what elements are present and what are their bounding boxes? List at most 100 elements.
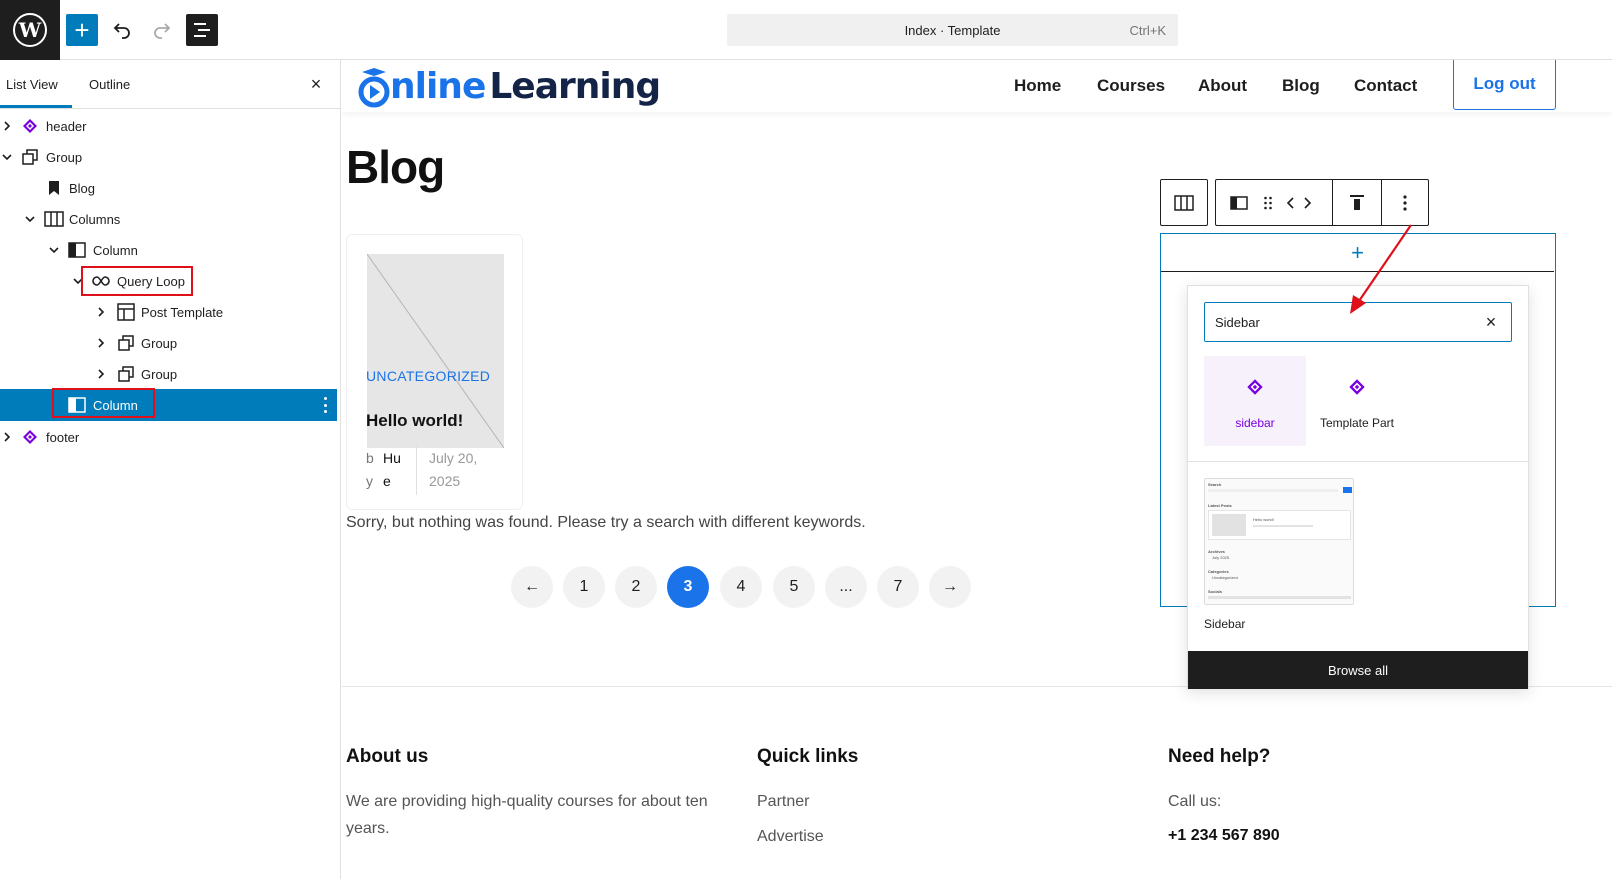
meta-divider — [416, 445, 417, 495]
nav-contact[interactable]: Contact — [1354, 76, 1417, 96]
list-item-group[interactable]: Group — [0, 358, 337, 390]
nav-blog[interactable]: Blog — [1282, 76, 1320, 96]
chevron-right-icon[interactable] — [95, 337, 107, 349]
footer-phone[interactable]: +1 234 567 890 — [1168, 827, 1280, 845]
redo-button[interactable] — [146, 14, 178, 46]
list-item-header[interactable]: header — [0, 110, 337, 142]
nav-about[interactable]: About — [1198, 76, 1247, 96]
preview-latest-posts: Latest Posts — [1208, 503, 1232, 508]
post-card[interactable]: UNCATEGORIZED Hello world! b y Hu e July… — [346, 234, 523, 510]
pagination-page-5[interactable]: 5 — [773, 566, 815, 608]
pagination-page-1[interactable]: 1 — [563, 566, 605, 608]
group-icon — [116, 333, 136, 353]
pagination-ellipsis: ... — [825, 566, 867, 608]
no-results-message[interactable]: Sorry, but nothing was found. Please try… — [346, 514, 866, 532]
footer-about-text[interactable]: We are providing high-quality courses fo… — [346, 788, 736, 842]
more-options-icon[interactable] — [1394, 192, 1416, 214]
options-icon[interactable] — [323, 397, 327, 413]
nav-home[interactable]: Home — [1014, 76, 1061, 96]
nav-courses[interactable]: Courses — [1097, 76, 1165, 96]
group-icon — [116, 364, 136, 384]
footer-help-title[interactable]: Need help? — [1168, 746, 1270, 768]
active-tab-indicator — [0, 105, 72, 108]
preview-post-image — [1212, 514, 1246, 536]
toolbar-divider — [1381, 180, 1382, 225]
footer-link-advertise[interactable]: Advertise — [757, 823, 824, 850]
move-right-icon[interactable] — [1296, 192, 1318, 214]
template-part-icon — [1346, 376, 1368, 398]
clear-search-button[interactable]: × — [1481, 312, 1501, 332]
pagination-page-4[interactable]: 4 — [720, 566, 762, 608]
toolbar-divider — [1332, 180, 1333, 225]
preview-social-line — [1208, 596, 1351, 599]
undo-button[interactable] — [106, 14, 138, 46]
chevron-down-icon[interactable] — [24, 213, 36, 225]
list-item-label: Group — [141, 335, 178, 351]
list-item-footer[interactable]: footer — [0, 421, 337, 453]
pagination-page-2[interactable]: 2 — [615, 566, 657, 608]
wordpress-icon: W — [13, 13, 47, 47]
pagination-page-7[interactable]: 7 — [877, 566, 919, 608]
list-item-label: Group — [141, 366, 178, 382]
block-result-label: Template Part — [1319, 416, 1395, 430]
select-parent-columns-icon[interactable] — [1173, 192, 1195, 214]
command-shortcut: Ctrl+K — [1129, 23, 1166, 38]
block-result-template-part[interactable]: Template Part — [1306, 356, 1408, 446]
footer-call-label[interactable]: Call us: — [1168, 788, 1221, 815]
list-item-post-template[interactable]: Post Template — [0, 296, 337, 328]
column-icon — [67, 240, 87, 260]
bookmark-icon — [44, 178, 64, 198]
list-item-label: Group — [46, 149, 83, 165]
drag-handle-icon[interactable] — [1257, 192, 1279, 214]
list-item-group[interactable]: Group — [0, 327, 337, 359]
align-top-icon[interactable] — [1346, 192, 1368, 214]
list-item-label: header — [46, 118, 87, 134]
post-category[interactable]: UNCATEGORIZED — [366, 368, 490, 384]
list-item-blog[interactable]: Blog — [0, 172, 337, 204]
editor-canvas: nline Learning Home Courses About Blog C… — [342, 60, 1612, 879]
post-date: July 20, 2025 — [429, 450, 478, 489]
footer-link-partner[interactable]: Partner — [757, 788, 809, 815]
pagination-next[interactable]: → — [929, 566, 971, 608]
footer-quick-links-title[interactable]: Quick links — [757, 746, 858, 768]
site-logo[interactable]: nline Learning — [356, 64, 661, 108]
template-part-icon — [20, 116, 40, 136]
site-header[interactable]: nline Learning Home Courses About Blog C… — [342, 60, 1612, 112]
post-title[interactable]: Hello world! — [366, 411, 463, 431]
list-item-columns[interactable]: Columns — [0, 203, 337, 235]
wordpress-logo-button[interactable]: W — [0, 0, 60, 60]
tab-outline[interactable]: Outline — [89, 77, 130, 92]
list-item-column-selected[interactable]: Column — [0, 389, 337, 421]
block-inserter-button[interactable]: + — [66, 14, 98, 46]
column-block-icon[interactable] — [1228, 192, 1250, 214]
close-panel-button[interactable]: × — [306, 74, 326, 94]
chevron-right-icon[interactable] — [1, 431, 13, 443]
footer-about-title[interactable]: About us — [346, 746, 428, 768]
list-item-group[interactable]: Group — [0, 141, 337, 173]
chevron-right-icon[interactable] — [95, 368, 107, 380]
document-overview-button[interactable] — [186, 14, 218, 46]
preview-search-field — [1208, 489, 1338, 492]
browse-all-button[interactable]: Browse all — [1188, 651, 1528, 689]
list-view-panel: List View Outline × header Group Blog Co… — [0, 60, 341, 879]
annotation-highlight-query-loop — [81, 266, 193, 296]
chevron-right-icon[interactable] — [1, 120, 13, 132]
chevron-down-icon[interactable] — [1, 151, 13, 163]
post-author[interactable]: Hu e — [383, 447, 403, 493]
tab-list-view[interactable]: List View — [6, 77, 58, 92]
quick-inserter-popover: × sidebar Template Part Search Latest Po… — [1187, 285, 1529, 689]
page-title[interactable]: Blog — [346, 140, 445, 194]
command-palette-bar[interactable]: Index · Template Ctrl+K — [727, 14, 1178, 46]
pagination-page-3-current[interactable]: 3 — [667, 566, 709, 608]
list-item-column[interactable]: Column — [0, 234, 337, 266]
logout-button[interactable]: Log out — [1453, 60, 1556, 110]
logo-text-learning: Learning — [489, 65, 661, 107]
annotation-highlight-column — [52, 388, 155, 418]
pattern-preview-sidebar[interactable]: Search Latest Posts Hello world! Archive… — [1204, 478, 1354, 605]
block-result-sidebar[interactable]: sidebar — [1204, 356, 1306, 446]
chevron-down-icon[interactable] — [48, 244, 60, 256]
template-part-icon — [1244, 376, 1266, 398]
chevron-right-icon[interactable] — [95, 306, 107, 318]
pagination-prev[interactable]: ← — [511, 566, 553, 608]
block-toolbar-parent — [1160, 179, 1208, 226]
